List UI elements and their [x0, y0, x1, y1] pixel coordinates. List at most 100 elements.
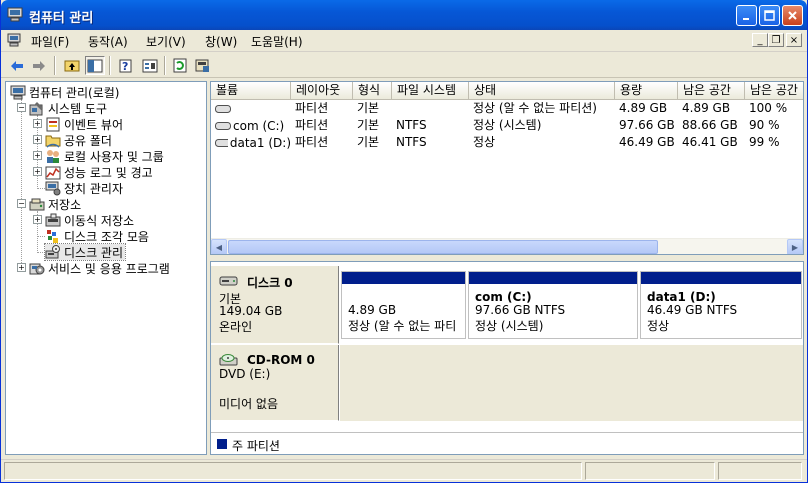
scrollbar-thumb[interactable]: [228, 240, 658, 254]
mdi-restore-button[interactable]: ❐: [768, 33, 784, 47]
close-button[interactable]: [782, 5, 803, 26]
primary-partition-bar: [342, 272, 465, 284]
tree-node-perf-logs[interactable]: 성능 로그 및 경고: [45, 164, 153, 180]
tree-node-shared-folders[interactable]: 공유 폴더: [45, 132, 112, 148]
menu-file[interactable]: 파일(F): [31, 33, 69, 50]
title-bar[interactable]: 컴퓨터 관리: [1, 0, 807, 30]
column-header-type[interactable]: 형식: [353, 82, 392, 100]
column-header-filesystem[interactable]: 파일 시스템: [392, 82, 469, 100]
column-header-capacity[interactable]: 용량: [615, 82, 678, 100]
volume-list-header: 볼륨 레이아웃 형식 파일 시스템 상태 용량 남은 공간 남은 공간: [211, 82, 803, 100]
menu-help[interactable]: 도움말(H): [251, 33, 303, 50]
volume-capacity: 46.49 GB: [619, 135, 675, 149]
column-header-status[interactable]: 상태: [469, 82, 615, 100]
volume-free-percent: 100 %: [749, 101, 788, 115]
collapse-toggle[interactable]: −: [17, 103, 26, 112]
properties-button[interactable]: ?: [116, 56, 136, 75]
partition-status: 정상: [647, 319, 670, 333]
minimize-button[interactable]: [736, 5, 757, 26]
status-pane-main: [4, 462, 582, 480]
tree-label: 서비스 및 응용 프로그램: [48, 261, 170, 276]
console-tree[interactable]: 컴퓨터 관리(로컬) − 시스템 도구 + 이벤트 뷰어 + 공유 폴더 + 로…: [5, 81, 207, 455]
partition-unknown[interactable]: 4.89 GB 정상 (알 수 없는 파티: [341, 271, 466, 339]
tree-label: 이동식 저장소: [64, 213, 135, 228]
status-pane: [585, 462, 715, 480]
services-icon: [29, 263, 45, 274]
tree-label: 공유 폴더: [64, 133, 112, 148]
disk-properties-icon: [195, 59, 209, 72]
horizontal-scrollbar[interactable]: ◀ ▶: [211, 238, 803, 254]
defrag-icon: [47, 229, 58, 243]
menu-view[interactable]: 보기(V): [146, 33, 186, 50]
expand-toggle[interactable]: +: [33, 215, 42, 224]
expand-toggle[interactable]: +: [17, 263, 26, 272]
refresh-button[interactable]: [170, 56, 190, 75]
volume-free-space: 4.89 GB: [682, 101, 731, 115]
expand-toggle[interactable]: +: [33, 167, 42, 176]
toolbar-separator: [54, 56, 56, 75]
volume-layout: 파티션: [295, 101, 329, 115]
volume-filesystem: NTFS: [396, 135, 427, 149]
volume-row[interactable]: com (C:) 파티션 기본 NTFS 정상 (시스템) 97.66 GB 8…: [211, 117, 803, 134]
tree-label: 장치 관리자: [64, 181, 124, 196]
expand-toggle[interactable]: +: [33, 151, 42, 160]
status-bar: [1, 459, 807, 481]
maximize-button[interactable]: [759, 5, 780, 26]
show-hide-tree-button[interactable]: [85, 56, 105, 75]
performance-logs-icon: [45, 166, 61, 179]
tree-node-defrag[interactable]: 디스크 조각 모음: [45, 228, 149, 244]
up-level-button[interactable]: [62, 56, 82, 75]
tree-node-device-manager[interactable]: 장치 관리자: [45, 180, 123, 196]
tree-node-event-viewer[interactable]: 이벤트 뷰어: [45, 116, 123, 132]
partition-d[interactable]: data1 (D:) 46.49 GB NTFS 정상: [640, 271, 802, 339]
tree-node-local-users[interactable]: 로컬 사용자 및 그룹: [45, 148, 164, 164]
collapse-toggle[interactable]: −: [17, 199, 26, 208]
forward-button[interactable]: [29, 56, 49, 75]
partition-name: com (C:): [475, 290, 532, 304]
volume-icon: [215, 121, 231, 130]
tree-label: 디스크 관리: [64, 245, 124, 260]
export-list-button[interactable]: [140, 56, 160, 75]
volume-list[interactable]: 볼륨 레이아웃 형식 파일 시스템 상태 용량 남은 공간 남은 공간 파티션 …: [210, 81, 804, 255]
mdi-minimize-button[interactable]: _: [752, 33, 768, 47]
tree-node-services[interactable]: 서비스 및 응용 프로그램: [29, 260, 170, 276]
mdi-close-button[interactable]: ×: [786, 33, 802, 47]
volume-row[interactable]: 파티션 기본 정상 (알 수 없는 파티션) 4.89 GB 4.89 GB 1…: [211, 100, 803, 117]
cdrom-name: CD-ROM 0: [247, 353, 315, 367]
toolbar-separator: [109, 56, 111, 75]
tree-node-disk-management[interactable]: 디스크 관리: [43, 243, 127, 261]
disk-graphical-view[interactable]: 디스크 0 기본 149.04 GB 온라인 4.89 GB 정상 (알 수 없…: [210, 261, 804, 455]
system-tools-icon: [29, 101, 43, 115]
tree-node-removable-storage[interactable]: 이동식 저장소: [45, 212, 134, 228]
primary-partition-swatch: [217, 439, 227, 449]
volume-icon: [215, 138, 228, 147]
column-header-free-percent[interactable]: 남은 공간: [745, 82, 803, 100]
expand-toggle[interactable]: +: [33, 119, 42, 128]
tree-node-storage[interactable]: 저장소: [29, 196, 81, 212]
scroll-left-button[interactable]: ◀: [211, 239, 227, 254]
menu-window[interactable]: 창(W): [205, 33, 237, 50]
back-button[interactable]: [7, 56, 27, 75]
disk-settings-button[interactable]: [193, 56, 213, 75]
scroll-right-button[interactable]: ▶: [787, 239, 803, 254]
mdi-minimize-icon: _: [757, 34, 763, 46]
refresh-icon: [173, 58, 187, 73]
expand-toggle[interactable]: +: [33, 135, 42, 144]
column-header-free-space[interactable]: 남은 공간: [678, 82, 745, 100]
hard-disk-icon: [219, 276, 238, 286]
column-header-layout[interactable]: 레이아웃: [291, 82, 353, 100]
computer-management-icon: [7, 7, 23, 22]
menu-action[interactable]: 동작(A): [88, 33, 128, 50]
partition-c[interactable]: com (C:) 97.66 GB NTFS 정상 (시스템): [468, 271, 638, 339]
tree-node-system-tools[interactable]: 시스템 도구: [29, 100, 107, 116]
disk0-label[interactable]: 디스크 0 기본 149.04 GB 온라인: [211, 266, 339, 344]
volume-free-percent: 99 %: [749, 135, 780, 149]
column-header-volume[interactable]: 볼륨: [211, 82, 291, 100]
cdrom0-label[interactable]: CD-ROM 0 DVD (E:) 미디어 없음: [211, 345, 339, 421]
tree-node-root[interactable]: 컴퓨터 관리(로컬): [10, 84, 119, 100]
removable-storage-icon: [45, 213, 61, 226]
legend: 주 파티션: [211, 432, 803, 454]
volume-row[interactable]: data1 (D:) 파티션 기본 NTFS 정상 46.49 GB 46.41…: [211, 134, 803, 151]
document-menu-icon[interactable]: [7, 33, 22, 47]
legend-label: 주 파티션: [232, 439, 280, 453]
